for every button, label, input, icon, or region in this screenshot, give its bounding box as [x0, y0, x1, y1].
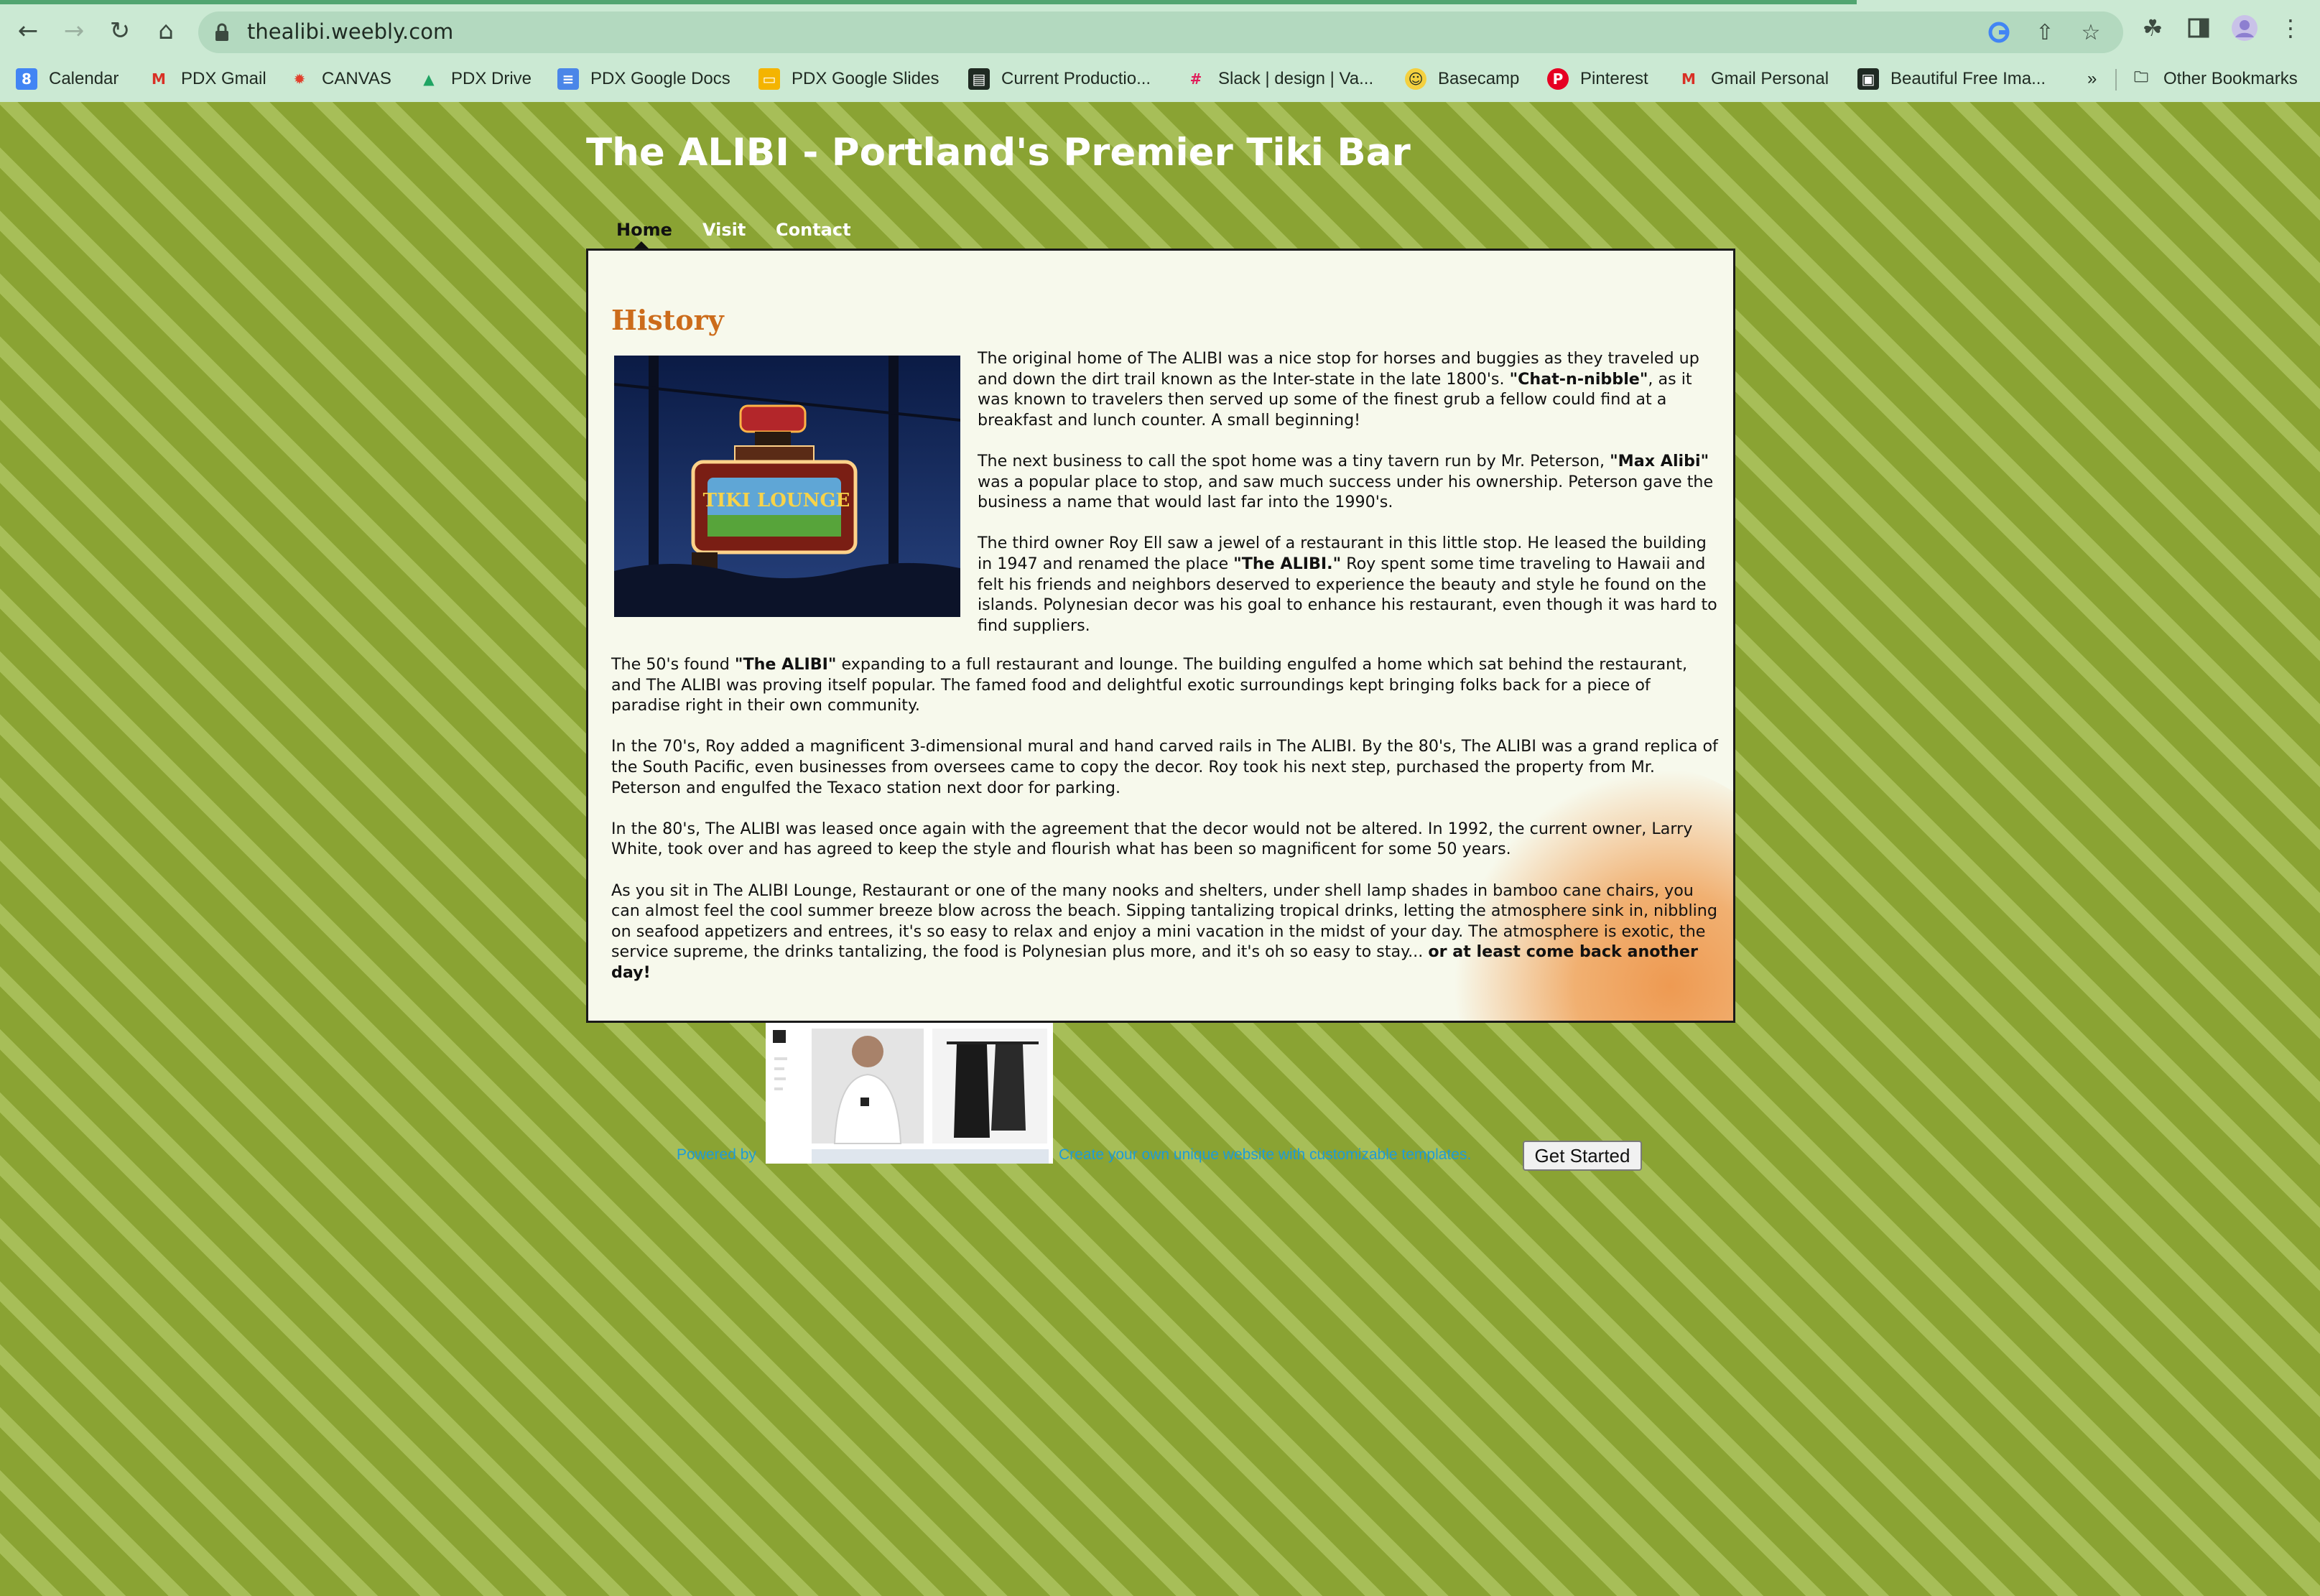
bookmark-star-icon[interactable]: ☆	[2076, 17, 2106, 47]
bookmark-gmail-personal[interactable]: M Gmail Personal	[1678, 65, 1829, 93]
gmail-icon: M	[152, 70, 166, 88]
trello-icon: ▤	[968, 68, 990, 90]
bookmarks-divider	[2115, 69, 2117, 91]
paragraph-5: In the 70's, Roy added a magnificent 3-d…	[611, 737, 1718, 797]
home-icon[interactable]: ⌂	[148, 13, 184, 49]
unsplash-icon: ▣	[1857, 68, 1879, 90]
slack-icon: #	[1189, 70, 1202, 88]
pinterest-icon: P	[1547, 68, 1569, 90]
bookmark-label: PDX Google Docs	[590, 69, 730, 88]
chevron-double-right-icon: »	[2087, 69, 2097, 88]
bookmark-basecamp[interactable]: ☺ Basecamp	[1405, 65, 1519, 93]
url-text[interactable]: thealibi.weebly.com	[247, 19, 453, 44]
lock-icon	[215, 23, 228, 41]
bookmark-pdx-google-docs[interactable]: ≡ PDX Google Docs	[557, 65, 730, 93]
bookmark-label: Beautiful Free Ima...	[1890, 69, 2046, 88]
sign-text: TIKI LOUNGE	[703, 490, 850, 511]
paragraph-4: The 50's found "The ALIBI" expanding to …	[611, 655, 1688, 715]
basecamp-icon: ☺	[1405, 68, 1426, 90]
bookmark-pinterest[interactable]: P Pinterest	[1547, 65, 1648, 93]
bookmark-label: Other Bookmarks	[2163, 69, 2298, 88]
bookmark-label: Gmail Personal	[1711, 69, 1829, 88]
bookmark-pdx-drive[interactable]: ▲ PDX Drive	[418, 65, 532, 93]
browser-toolbar: ← → ↻ ⌂ thealibi.weebly.com ⇧ ☆ ☘ ⋮	[0, 4, 2320, 56]
bookmark-label: PDX Google Slides	[792, 69, 939, 88]
bookmark-other-bookmarks[interactable]: 🗀 Other Bookmarks	[2130, 65, 2298, 93]
main-content: History TIKI LOUNGE The original home of…	[586, 249, 1735, 1023]
share-icon[interactable]: ⇧	[2030, 17, 2060, 47]
bookmark-slack[interactable]: # Slack | design | Va...	[1185, 65, 1374, 93]
tiki-lounge-photo: TIKI LOUNGE	[614, 356, 960, 617]
bookmarks-overflow-button[interactable]: »	[2087, 65, 2097, 93]
nav-home[interactable]: Home	[616, 220, 672, 240]
canvas-icon: ✹	[293, 70, 306, 88]
bookmark-calendar[interactable]: 8 Calendar	[16, 65, 119, 93]
folder-icon: 🗀	[2134, 68, 2148, 85]
bookmark-pdx-gmail[interactable]: M PDX Gmail	[148, 65, 266, 93]
paragraph-6: In the 80's, The ALIBI was leased once a…	[611, 819, 1693, 859]
calendar-icon: 8	[16, 68, 37, 90]
powered-by-link[interactable]: Powered by	[677, 1146, 756, 1164]
history-text-top: The original home of The ALIBI was a nic…	[978, 348, 1722, 657]
bookmark-label: Current Productio...	[1001, 69, 1151, 88]
paragraph-7: As you sit in The ALIBI Lounge, Restaura…	[611, 881, 1717, 982]
google-lens-icon[interactable]	[1984, 17, 2014, 47]
paragraph-1: The original home of The ALIBI was a nic…	[978, 349, 1699, 430]
bookmarks-bar: 8 Calendar M PDX Gmail ✹ CANVAS ▲ PDX Dr…	[0, 56, 2320, 102]
nav-contact[interactable]: Contact	[776, 220, 851, 240]
nav-visit[interactable]: Visit	[702, 220, 746, 240]
profile-avatar-icon[interactable]	[2228, 11, 2261, 45]
bookmark-label: Basecamp	[1438, 69, 1520, 88]
docs-icon: ≡	[557, 68, 579, 90]
bookmark-label: Pinterest	[1580, 69, 1648, 88]
slides-icon: ▭	[758, 68, 780, 90]
bookmark-beautiful-free-images[interactable]: ▣ Beautiful Free Ima...	[1857, 65, 2046, 93]
extensions-icon[interactable]: ☘	[2136, 11, 2169, 45]
paragraph-3: The third owner Roy Ell saw a jewel of a…	[978, 534, 1717, 635]
back-icon[interactable]: ←	[10, 13, 46, 49]
bookmark-label: Slack | design | Va...	[1218, 69, 1374, 88]
history-text-bottom: The 50's found "The ALIBI" expanding to …	[611, 654, 1722, 1003]
drive-icon: ▲	[423, 70, 435, 88]
bookmark-current-production[interactable]: ▤ Current Productio...	[968, 65, 1151, 93]
forward-icon[interactable]: →	[56, 13, 92, 49]
bookmark-label: PDX Gmail	[181, 69, 266, 88]
menu-kebab-icon[interactable]: ⋮	[2274, 11, 2307, 45]
bookmark-label: PDX Drive	[451, 69, 532, 88]
side-panel-icon[interactable]	[2182, 11, 2215, 45]
page-heading: History	[611, 304, 724, 336]
bookmark-label: CANVAS	[322, 69, 391, 88]
gmail-icon: M	[1681, 70, 1696, 88]
weebly-promo-link[interactable]: Create your own unique website with cust…	[1059, 1146, 1471, 1164]
bookmark-pdx-google-slides[interactable]: ▭ PDX Google Slides	[758, 65, 939, 93]
weebly-template-preview[interactable]	[766, 1023, 1053, 1164]
browser-chrome: ← → ↻ ⌂ thealibi.weebly.com ⇧ ☆ ☘ ⋮ 8 Ca…	[0, 0, 2320, 102]
address-bar[interactable]: thealibi.weebly.com ⇧ ☆	[198, 11, 2123, 53]
bookmark-label: Calendar	[49, 69, 119, 88]
reload-icon[interactable]: ↻	[102, 13, 138, 49]
get-started-button[interactable]: Get Started	[1523, 1141, 1642, 1171]
bookmark-canvas[interactable]: ✹ CANVAS	[289, 65, 391, 93]
paragraph-2: The next business to call the spot home …	[978, 451, 1714, 512]
site-title[interactable]: The ALIBI - Portland's Premier Tiki Bar	[586, 131, 1411, 175]
